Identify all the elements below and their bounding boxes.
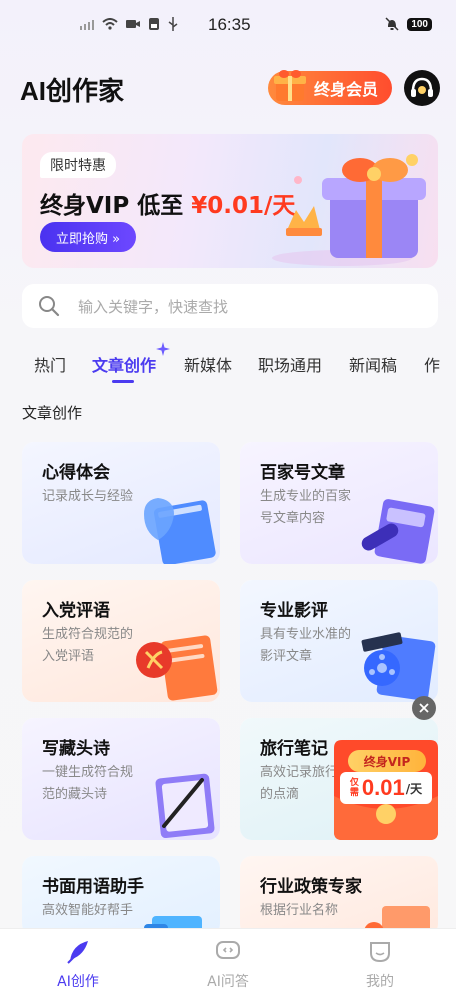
close-promo-button[interactable] bbox=[412, 696, 436, 720]
signal-icon bbox=[80, 18, 94, 30]
nav-label: AI创作 bbox=[57, 974, 99, 990]
search-bar[interactable]: 输入关键字，快速查找 bbox=[22, 284, 438, 328]
brush-doc-icon bbox=[155, 773, 215, 839]
profile-face-icon bbox=[370, 942, 390, 963]
film-reel-doc-icon bbox=[361, 632, 436, 701]
card-title: 心得体会 bbox=[42, 463, 110, 483]
close-icon bbox=[419, 703, 429, 713]
promo-title: 终身VIP 低至 ¥0.01/天 bbox=[40, 186, 295, 220]
sim-icon bbox=[149, 18, 159, 30]
blue-shield-doc-icon bbox=[144, 498, 216, 564]
card-written-language[interactable]: 书面用语助手 高效智能好帮手 bbox=[22, 856, 220, 936]
gift-box-illustration-icon bbox=[272, 154, 426, 266]
status-bar: 16:35 100 bbox=[0, 0, 456, 54]
card-baijiahao[interactable]: 百家号文章 生成专业的百家号文章内容 bbox=[240, 442, 438, 564]
promo-banner[interactable]: 限时特惠 终身VIP 低至 ¥0.01/天 立即抢购 » bbox=[22, 134, 438, 268]
tab-hot[interactable]: 热门 bbox=[34, 352, 66, 376]
promo-tag: 限时特惠 bbox=[40, 152, 116, 178]
float-promo-unit: /天 bbox=[405, 781, 423, 796]
headset-avatar[interactable] bbox=[404, 70, 440, 106]
sparkle-icon bbox=[156, 342, 170, 356]
nav-label: AI问答 bbox=[207, 974, 249, 990]
pen-doc-icon bbox=[361, 499, 435, 564]
float-promo-prefix: 仅需 bbox=[349, 778, 359, 798]
nav-label: 我的 bbox=[366, 974, 394, 990]
card-title: 写藏头诗 bbox=[42, 739, 110, 759]
feather-pen-icon bbox=[67, 941, 88, 964]
gift-icon bbox=[274, 70, 306, 101]
float-promo-price: 仅需 0.01 /天 bbox=[340, 772, 432, 804]
bottom-nav: AI创作 AI问答 我的 bbox=[0, 928, 456, 998]
policy-doc-icon bbox=[364, 906, 430, 936]
tab-more[interactable]: 作 bbox=[424, 352, 440, 376]
active-tab-underline bbox=[112, 380, 134, 383]
nav-ai-qa[interactable]: AI问答 bbox=[188, 937, 268, 991]
card-acrostic-poem[interactable]: 写藏头诗 一键生成符合规范的藏头诗 bbox=[22, 718, 220, 840]
mute-bell-icon bbox=[385, 17, 399, 31]
wifi-icon bbox=[102, 18, 118, 30]
card-experience[interactable]: 心得体会 记录成长与经验 bbox=[22, 442, 220, 564]
headset-icon bbox=[411, 77, 433, 97]
lifetime-vip-button[interactable]: 终身会员 bbox=[268, 70, 392, 105]
status-time: 16:35 bbox=[208, 15, 251, 34]
tab-press-release[interactable]: 新闻稿 bbox=[349, 352, 397, 376]
card-title: 旅行笔记 bbox=[260, 739, 328, 759]
usb-icon bbox=[168, 17, 178, 31]
nav-ai-create[interactable]: AI创作 bbox=[38, 937, 118, 991]
card-title: 入党评语 bbox=[42, 601, 110, 621]
chat-bubble-icon bbox=[216, 941, 240, 959]
tab-new-media[interactable]: 新媒体 bbox=[184, 352, 232, 376]
lifetime-vip-label: 终身会员 bbox=[313, 80, 378, 99]
buy-now-button[interactable]: 立即抢购 » bbox=[40, 222, 136, 252]
nav-profile[interactable]: 我的 bbox=[340, 937, 420, 991]
float-promo-label: 终身VIP bbox=[348, 750, 426, 772]
card-party-review[interactable]: 入党评语 生成符合规范的入党评语 bbox=[22, 580, 220, 702]
card-film-review[interactable]: 专业影评 具有专业水准的影评文章 bbox=[240, 580, 438, 702]
tab-workplace[interactable]: 职场通用 bbox=[258, 352, 322, 376]
tab-article-writing[interactable]: 文章创作 bbox=[92, 352, 156, 376]
card-title: 百家号文章 bbox=[260, 463, 345, 483]
party-emblem-doc-icon bbox=[136, 635, 218, 701]
card-industry-policy[interactable]: 行业政策专家 根据行业名称 bbox=[240, 856, 438, 936]
card-title: 专业影评 bbox=[260, 601, 328, 621]
book-icon bbox=[144, 916, 202, 936]
search-icon bbox=[39, 296, 60, 317]
category-tabs: 热门 文章创作 新媒体 职场通用 新闻稿 作 bbox=[0, 350, 456, 390]
battery-indicator: 100 bbox=[407, 17, 432, 31]
promo-title-prefix: 终身VIP 低至 bbox=[40, 193, 184, 219]
app-title: AI创作家 bbox=[20, 76, 125, 106]
search-input[interactable]: 输入关键字，快速查找 bbox=[78, 296, 228, 317]
float-promo-amount: 0.01 bbox=[361, 775, 405, 800]
section-title: 文章创作 bbox=[22, 404, 83, 422]
status-icons-left bbox=[80, 17, 178, 31]
video-icon bbox=[126, 20, 140, 28]
status-icons-right: 100 bbox=[385, 17, 432, 31]
